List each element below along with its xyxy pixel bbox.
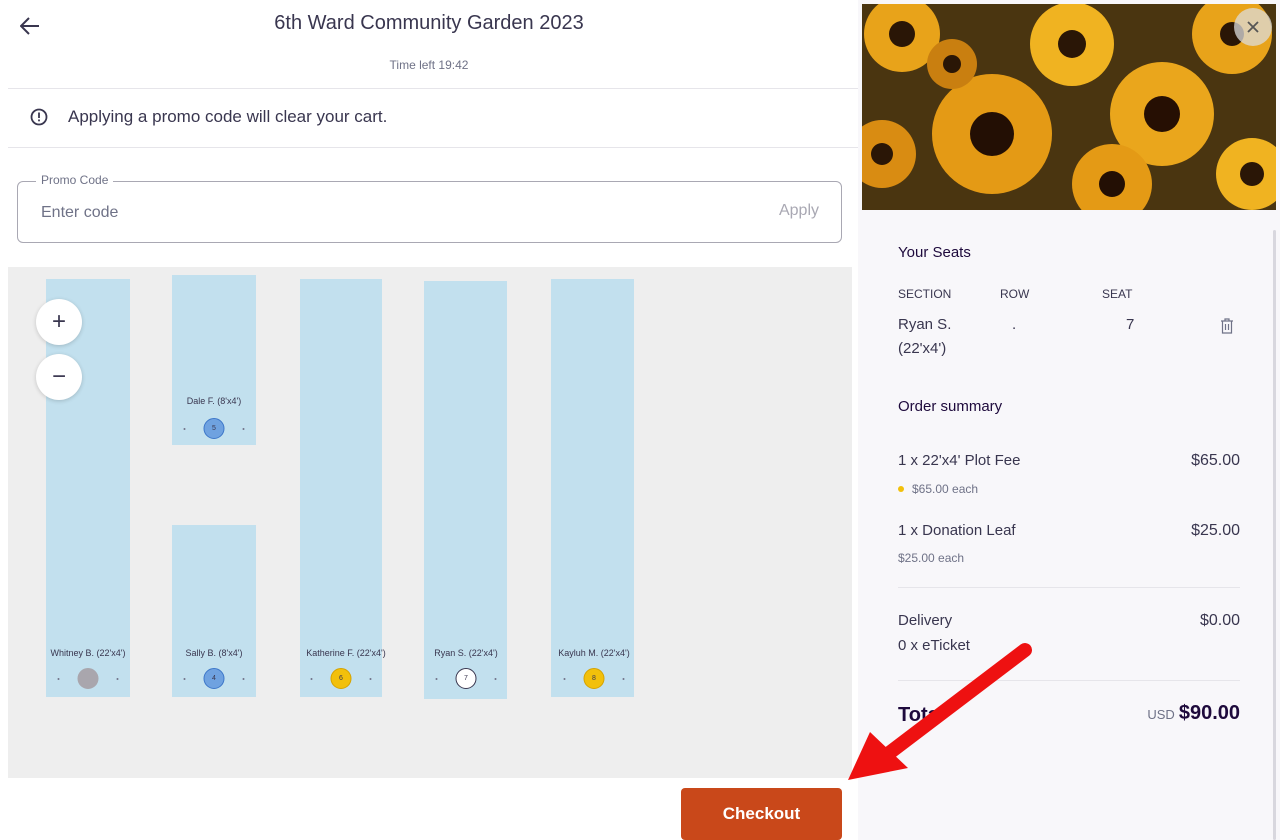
apply-button[interactable]: Apply [779,202,819,220]
total-currency: USD [1147,707,1175,722]
plot-label-ryan: Ryan S. (22'x4') [434,648,498,658]
divider [898,587,1240,588]
row-dot [183,427,186,430]
event-title: 6th Ward Community Garden 2023 [274,12,584,34]
flowers-image [862,4,1276,210]
total-value: $90.00 [1178,702,1240,724]
divider [8,147,858,148]
row-header: ROW [1000,287,1030,301]
row-dot [622,677,625,680]
seat-5[interactable]: 5 [203,418,225,439]
seat-row-value: . [1012,316,1017,333]
row-dot [369,677,372,680]
seat-4[interactable]: 4 [203,668,225,689]
row-dot [116,677,119,680]
scrollbar[interactable] [1273,230,1276,840]
checkout-main-panel: 6th Ward Community Garden 2023 Time left… [0,0,858,840]
line-item-each: $25.00 each [898,551,965,565]
seat-section-name: Ryan S. [898,316,952,333]
zoom-out-button[interactable]: − [36,354,82,400]
plot-ryan [424,281,507,699]
seat-row-ryan: 7 [435,668,497,689]
plot-label-kayluh: Kayluh M. (22'x4') [558,648,630,658]
seat-7[interactable]: 7 [455,668,477,689]
row-dot [57,677,60,680]
total-amount: USD $90.00 [1147,702,1240,725]
seat-row-katherine: 6 [310,668,372,689]
promo-code-label: Promo Code [36,173,114,187]
row-dot [242,677,245,680]
zoom-in-button[interactable]: + [36,299,82,345]
section-header: SECTION [898,287,952,301]
seat-row-whitney [57,668,119,689]
delivery-label: Delivery [898,612,953,629]
promo-notice: Applying a promo code will clear your ca… [30,107,387,127]
row-dot [183,677,186,680]
plot-katherine [300,279,382,697]
divider [8,88,858,89]
yellow-dot-icon [898,486,904,492]
row-dot [563,677,566,680]
close-icon [1247,21,1259,33]
row-dot [435,677,438,680]
seat-section-size: (22'x4') [898,340,947,357]
seat-map[interactable]: Dale F. (8'x4') 5 Whitney B. (22'x4') Sa… [8,267,852,778]
seat-row-kayluh: 8 [563,668,625,689]
promo-notice-text: Applying a promo code will clear your ca… [68,107,388,126]
event-image [862,4,1276,210]
seat-6[interactable]: 6 [330,668,352,689]
row-dot [242,427,245,430]
seat-row-sally: 4 [183,668,245,689]
order-summary-title: Order summary [898,398,1003,415]
delivery-price: $0.00 [1199,612,1240,629]
promo-code-input[interactable] [41,200,641,226]
promo-code-field: Promo Code Apply [17,173,842,243]
red-arrow-annotation [848,643,1032,780]
remove-seat-button[interactable] [1220,318,1234,339]
line-item-price: $25.00 [1191,522,1240,539]
trash-icon [1221,318,1233,334]
line-item-each: $65.00 each [898,482,978,496]
info-circle-icon [30,108,48,126]
checkout-button[interactable]: Checkout [681,788,842,840]
line-item-name: 1 x Donation Leaf [898,522,1016,539]
line-item-each-text: $65.00 each [912,482,979,496]
line-item-name: 1 x 22'x4' Plot Fee [898,452,1021,469]
time-left: Time left 19:42 [389,58,469,72]
seat-number-value: 7 [1126,316,1135,333]
plot-label-sally: Sally B. (8'x4') [185,648,243,658]
seat-unavailable [77,668,99,689]
plot-label-katherine: Katherine F. (22'x4') [306,648,386,658]
plot-label-dale: Dale F. (8'x4') [186,396,242,406]
plot-label-whitney: Whitney B. (22'x4') [50,648,126,658]
line-item-price: $65.00 [1191,452,1240,469]
plot-kayluh [551,279,634,697]
row-dot [310,677,313,680]
close-button[interactable] [1234,8,1272,46]
seat-header: SEAT [1102,287,1133,301]
seat-8[interactable]: 8 [583,668,605,689]
your-seats-title: Your Seats [898,244,971,261]
seat-row-dale: 5 [183,418,245,439]
row-dot [494,677,497,680]
